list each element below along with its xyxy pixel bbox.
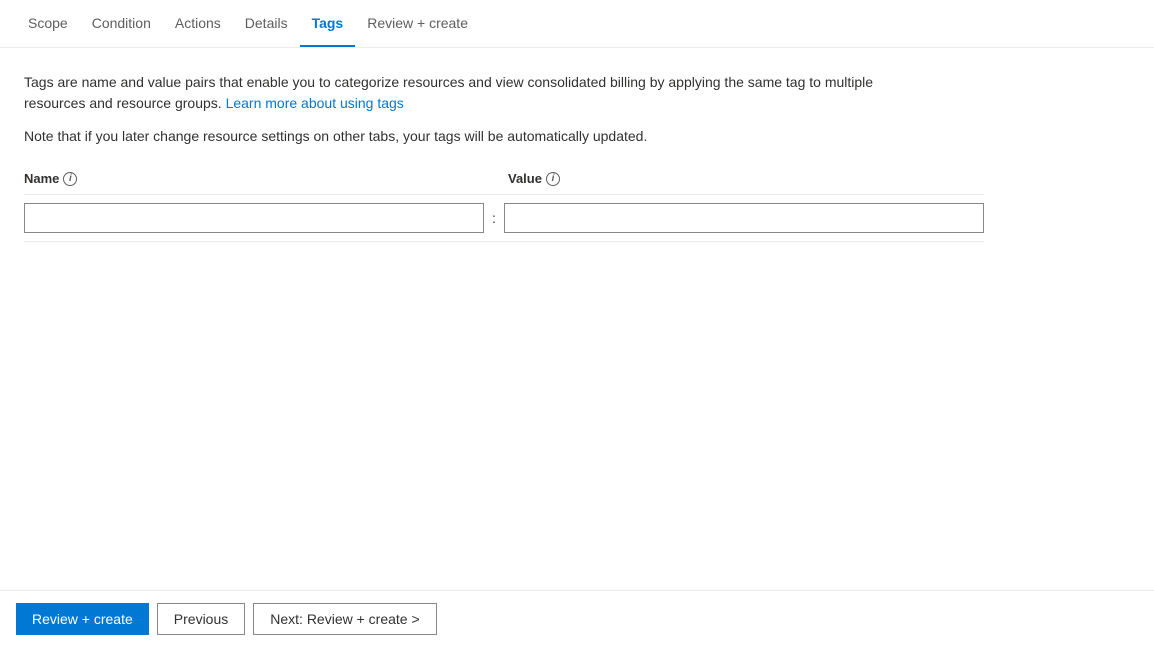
tags-form: Name i Value i : (24, 171, 984, 242)
name-input-container (24, 203, 484, 233)
previous-button[interactable]: Previous (157, 603, 245, 635)
tab-actions[interactable]: Actions (163, 0, 233, 47)
learn-more-link[interactable]: Learn more about using tags (226, 95, 404, 111)
tab-scope[interactable]: Scope (16, 0, 80, 47)
tab-condition[interactable]: Condition (80, 0, 163, 47)
footer: Review + create Previous Next: Review + … (0, 590, 1154, 647)
description-text: Tags are name and value pairs that enabl… (24, 72, 924, 114)
main-content: Tags are name and value pairs that enabl… (0, 48, 1154, 590)
name-input[interactable] (24, 203, 484, 233)
name-info-icon[interactable]: i (63, 172, 77, 186)
separator: : (484, 210, 504, 226)
note-text: Note that if you later change resource s… (24, 126, 1130, 147)
value-input-container (504, 203, 984, 233)
tag-input-row: : (24, 195, 984, 242)
name-column-header: Name i (24, 171, 484, 186)
tab-tags[interactable]: Tags (300, 0, 356, 47)
form-header-row: Name i Value i (24, 171, 984, 195)
next-button[interactable]: Next: Review + create > (253, 603, 436, 635)
tab-review-create[interactable]: Review + create (355, 0, 480, 47)
value-column-header: Value i (484, 171, 984, 186)
review-create-button[interactable]: Review + create (16, 603, 149, 635)
tab-details[interactable]: Details (233, 0, 300, 47)
value-input[interactable] (504, 203, 984, 233)
value-info-icon[interactable]: i (546, 172, 560, 186)
tab-navigation: Scope Condition Actions Details Tags Rev… (0, 0, 1154, 48)
